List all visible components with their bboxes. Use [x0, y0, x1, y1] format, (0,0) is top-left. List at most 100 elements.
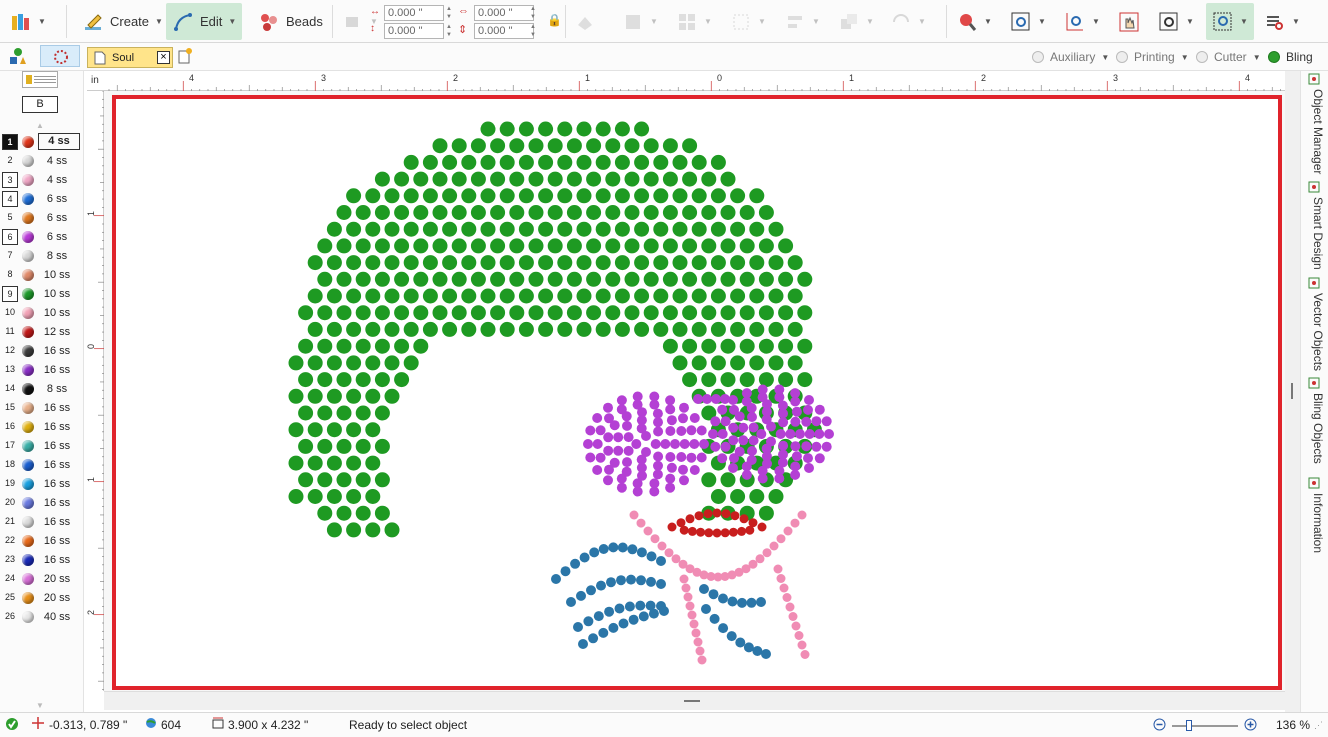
palette-row[interactable]: 22 16 ss: [0, 532, 82, 550]
palette-row[interactable]: 21 16 ss: [0, 513, 82, 531]
palette-row[interactable]: 2 4 ss: [0, 152, 82, 170]
palette-row[interactable]: 1 4 ss: [0, 133, 82, 151]
group-button[interactable]: ▼: [676, 3, 712, 40]
select-window-button[interactable]: ▼: [1206, 3, 1254, 40]
weld-button[interactable]: ▼: [838, 3, 874, 40]
bling-view-toggle[interactable]: [40, 45, 80, 67]
radio-icon[interactable]: [1268, 51, 1280, 63]
palette-thumbnail[interactable]: [22, 71, 58, 88]
rotate-button[interactable]: [574, 3, 596, 40]
size-w-spinner[interactable]: ▲ ▼: [528, 5, 538, 21]
pan-button[interactable]: [1118, 3, 1140, 40]
docker-tab-bling-objects[interactable]: Bling Objects: [1305, 393, 1325, 464]
hand-pan-icon: [1118, 11, 1140, 33]
palette-row[interactable]: 25 20 ss: [0, 589, 82, 607]
palette-row[interactable]: 8 10 ss: [0, 266, 82, 284]
mode-cutter[interactable]: Cutter ▼: [1196, 49, 1261, 65]
hair-stone: [518, 121, 534, 137]
scroll-grip[interactable]: [1291, 383, 1293, 399]
palette-row[interactable]: 11 12 ss: [0, 323, 82, 341]
bow-stone: [608, 542, 619, 553]
mode-printing[interactable]: Printing ▼: [1116, 49, 1189, 65]
objects-view-icon[interactable]: [8, 47, 28, 68]
zoom-page-button[interactable]: ▼: [1010, 3, 1046, 40]
document-tab[interactable]: Soul ×: [87, 47, 173, 68]
resize-grip-icon[interactable]: ⋰: [1314, 720, 1323, 731]
necklace-stone: [664, 548, 674, 558]
palette-row[interactable]: 16 16 ss: [0, 418, 82, 436]
hair-stone: [422, 221, 438, 237]
chevron-down-icon[interactable]: ▼: [1253, 53, 1261, 62]
docker-tab-object-manager[interactable]: Object Manager: [1305, 89, 1325, 174]
chevron-down-icon[interactable]: ▼: [1181, 53, 1189, 62]
palette-row[interactable]: 12 16 ss: [0, 342, 82, 360]
flip-button[interactable]: ▼: [890, 3, 926, 40]
scroll-down-icon[interactable]: ▼: [36, 701, 44, 710]
palette-row[interactable]: 10 10 ss: [0, 304, 82, 322]
size-h-spinner[interactable]: ▲ ▼: [528, 23, 538, 39]
align-button[interactable]: ▼: [784, 3, 820, 40]
zoom-slider-thumb[interactable]: [1186, 720, 1192, 731]
close-tab-icon[interactable]: ×: [157, 51, 170, 64]
palette-row[interactable]: 20 16 ss: [0, 494, 82, 512]
colors-menu-button[interactable]: ▼: [4, 3, 52, 40]
size-width-field[interactable]: 0.000 ": [474, 5, 534, 21]
palette-row[interactable]: 17 16 ss: [0, 437, 82, 455]
vertical-scrollbar[interactable]: [1285, 71, 1300, 712]
palette-row[interactable]: 18 16 ss: [0, 456, 82, 474]
beads-button[interactable]: Beads: [252, 3, 329, 40]
radio-icon[interactable]: [1032, 51, 1044, 63]
side-selector[interactable]: B: [22, 96, 58, 113]
palette-row[interactable]: 19 16 ss: [0, 475, 82, 493]
arrange-button[interactable]: ▼: [622, 3, 658, 40]
zoom-objects-button[interactable]: ▼: [1064, 3, 1100, 40]
zoom-in-icon[interactable]: [1244, 718, 1257, 734]
palette-row[interactable]: 6 6 ss: [0, 228, 82, 246]
pos-y-spinner[interactable]: ▲ ▼: [444, 23, 454, 39]
zoom-tool-button[interactable]: ▼: [956, 3, 992, 40]
position-x-field[interactable]: 0.000 ": [384, 5, 444, 21]
hair-stone: [384, 255, 400, 271]
docker-tab-information[interactable]: Information: [1305, 493, 1325, 553]
mode-auxiliary[interactable]: Auxiliary ▼: [1032, 49, 1109, 65]
zoom-selection-button[interactable]: ▼: [1158, 3, 1194, 40]
palette-row[interactable]: 4 6 ss: [0, 190, 82, 208]
edit-button[interactable]: Edit ▼: [166, 3, 242, 40]
palette-row[interactable]: 5 6 ss: [0, 209, 82, 227]
palette-row[interactable]: 24 20 ss: [0, 570, 82, 588]
palette-row[interactable]: 3 4 ss: [0, 171, 82, 189]
horizontal-scrollbar[interactable]: [104, 691, 1285, 710]
rhinestone-artwork[interactable]: [116, 99, 1278, 686]
docker-tab-smart-design[interactable]: Smart Design: [1305, 197, 1325, 270]
hair-stone: [346, 321, 362, 337]
zoom-out-icon[interactable]: [1153, 718, 1166, 734]
design-area-frame[interactable]: [112, 95, 1282, 690]
bow-rhinestones[interactable]: [551, 542, 771, 659]
mode-bling[interactable]: Bling: [1268, 49, 1313, 65]
radio-icon[interactable]: [1196, 51, 1208, 63]
list-view-button[interactable]: ▼: [1264, 3, 1300, 40]
scroll-grip[interactable]: [684, 700, 700, 702]
palette-row[interactable]: 14 8 ss: [0, 380, 82, 398]
size-height-field[interactable]: 0.000 ": [474, 23, 534, 39]
palette-row[interactable]: 7 8 ss: [0, 247, 82, 265]
create-button[interactable]: Create ▼: [76, 3, 169, 40]
pos-x-spinner[interactable]: ▲ ▼: [444, 5, 454, 21]
hair-stone: [326, 355, 342, 371]
palette-row[interactable]: 26 40 ss: [0, 608, 82, 626]
palette-row[interactable]: 23 16 ss: [0, 551, 82, 569]
position-y-field[interactable]: 0.000 ": [384, 23, 444, 39]
scroll-up-icon[interactable]: ▲: [36, 121, 44, 130]
docker-tab-vector-objects[interactable]: Vector Objects: [1305, 293, 1325, 371]
combine-button[interactable]: ▼: [730, 3, 766, 40]
lock-icon[interactable]: 🔒: [547, 13, 562, 27]
zoom-slider[interactable]: [1172, 720, 1238, 731]
palette-row[interactable]: 13 16 ss: [0, 361, 82, 379]
afro-hair-rhinestones[interactable]: [288, 121, 822, 538]
radio-icon[interactable]: [1116, 51, 1128, 63]
palette-row[interactable]: 15 16 ss: [0, 399, 82, 417]
new-document-icon[interactable]: [178, 48, 192, 67]
chevron-down-icon[interactable]: ▼: [1101, 53, 1109, 62]
palette-row[interactable]: 9 10 ss: [0, 285, 82, 303]
zoom-level[interactable]: 136 %: [1276, 718, 1310, 732]
